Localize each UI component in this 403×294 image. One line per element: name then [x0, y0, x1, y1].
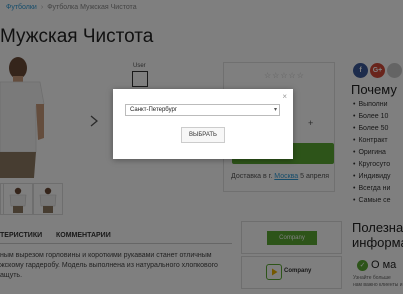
city-select-modal: × Санкт-Петербург ▾ ВЫБРАТЬ	[113, 89, 293, 159]
chevron-down-icon: ▾	[273, 107, 277, 113]
city-select[interactable]: Санкт-Петербург ▾	[125, 104, 280, 116]
close-icon[interactable]: ×	[282, 93, 287, 101]
product-page: Футболки›Футболка Мужская Чистота Мужска…	[0, 0, 403, 294]
choose-button[interactable]: ВЫБРАТЬ	[181, 127, 225, 143]
city-select-value: Санкт-Петербург	[130, 107, 178, 113]
